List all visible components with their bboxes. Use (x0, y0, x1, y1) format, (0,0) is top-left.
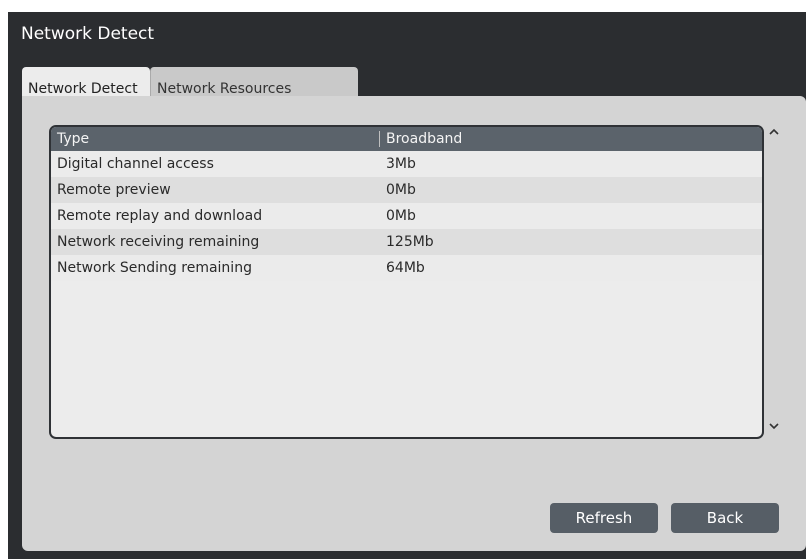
type-cell: Remote replay and download (57, 208, 263, 224)
table-header: Type Broadband (51, 127, 762, 151)
broadband-cell: 125Mb (386, 234, 434, 250)
window-title: Network Detect (21, 24, 155, 44)
table-row[interactable]: Digital channel access 3Mb (51, 151, 762, 177)
column-header-type[interactable]: Type (51, 131, 380, 147)
table-row[interactable]: Network receiving remaining 125Mb (51, 229, 762, 255)
back-button[interactable]: Back (671, 503, 779, 533)
table-row[interactable]: Remote replay and download 0Mb (51, 203, 762, 229)
table-body: Digital channel access 3Mb Remote previe… (51, 151, 762, 281)
broadband-cell: 3Mb (386, 156, 416, 172)
type-cell: Network receiving remaining (57, 234, 260, 250)
tab-panel: Type Broadband Digital channel access 3M… (22, 96, 806, 551)
network-detect-window: Network Detect Network Detect Network Re… (8, 12, 806, 559)
broadband-cell: 0Mb (386, 208, 416, 224)
chevron-down-icon (769, 423, 779, 430)
type-cell: Digital channel access (57, 156, 214, 172)
network-statistics-table: Type Broadband Digital channel access 3M… (49, 125, 764, 439)
table-row[interactable]: Remote preview 0Mb (51, 177, 762, 203)
broadband-cell: 64Mb (386, 260, 425, 276)
table-row[interactable]: Network Sending remaining 64Mb (51, 255, 762, 281)
broadband-cell: 0Mb (386, 182, 416, 198)
refresh-button[interactable]: Refresh (550, 503, 658, 533)
type-cell: Network Sending remaining (57, 260, 252, 276)
type-cell: Remote preview (57, 182, 171, 198)
scroll-down-button[interactable] (766, 420, 782, 436)
chevron-up-icon (769, 128, 779, 135)
column-header-broadband[interactable]: Broadband (380, 131, 462, 147)
scroll-up-button[interactable] (766, 126, 782, 142)
